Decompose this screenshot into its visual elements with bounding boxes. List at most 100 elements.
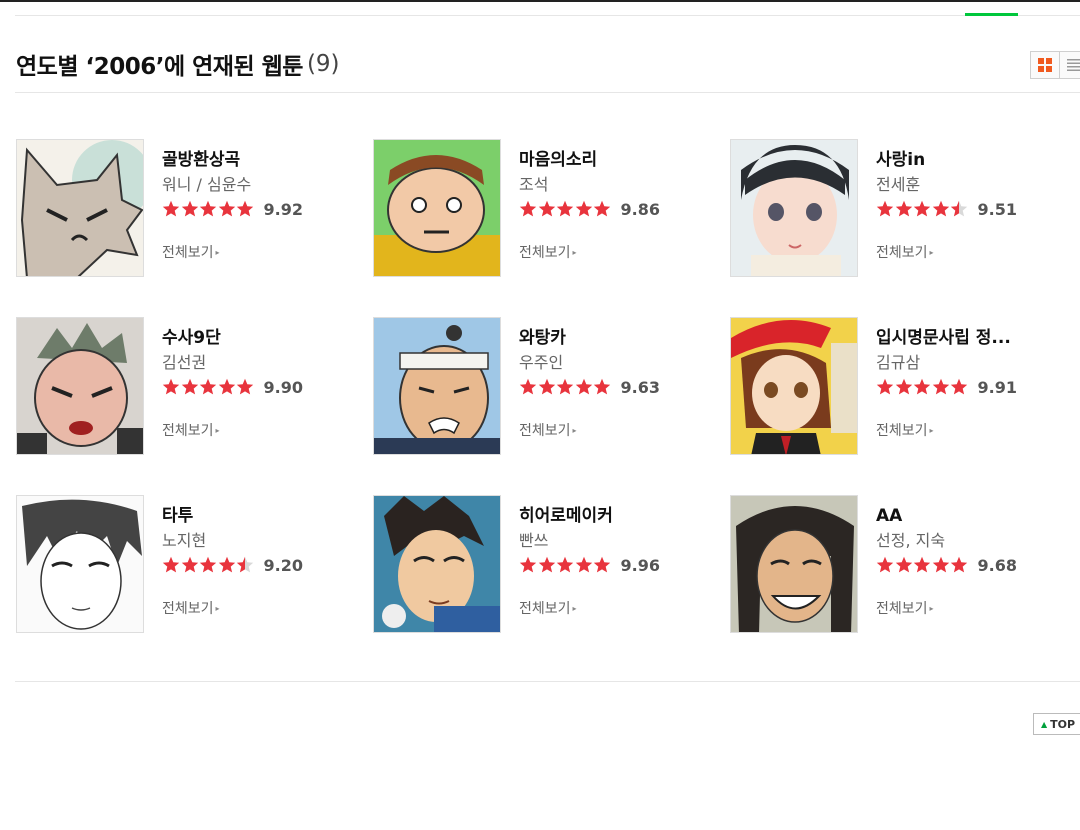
star-icon xyxy=(913,378,931,395)
webtoon-thumbnail[interactable] xyxy=(373,495,501,633)
star-icon xyxy=(218,378,235,395)
webtoon-title[interactable]: 히어로메이커 xyxy=(519,505,719,527)
grid-view-button[interactable] xyxy=(1030,51,1060,79)
webtoon-thumbnail[interactable] xyxy=(373,139,501,277)
star-icon xyxy=(181,556,198,573)
list-view-button[interactable] xyxy=(1060,51,1080,79)
see-all-link[interactable]: 전체보기 ▸ xyxy=(162,420,362,440)
webtoon-title[interactable]: AA xyxy=(876,505,1076,527)
webtoon-title[interactable]: 골방환상곡 xyxy=(162,149,362,171)
tab-bar-divider xyxy=(15,15,1080,16)
see-all-link[interactable]: 전체보기 ▸ xyxy=(876,242,1076,262)
see-all-label: 전체보기 xyxy=(876,423,928,439)
webtoon-thumbnail[interactable] xyxy=(373,317,501,455)
star-icon xyxy=(932,556,949,573)
star-rating xyxy=(519,378,612,396)
star-icon xyxy=(181,378,198,395)
rating: 9.51 xyxy=(876,198,1076,220)
active-tab-indicator xyxy=(965,13,1018,16)
rating-score: 9.20 xyxy=(263,555,303,575)
star-icon xyxy=(519,556,537,573)
grid-view-icon xyxy=(1038,58,1052,72)
see-all-link[interactable]: 전체보기 ▸ xyxy=(162,598,362,618)
rating-score: 9.68 xyxy=(977,555,1017,575)
star-icon xyxy=(556,200,574,217)
star-icon xyxy=(895,378,912,395)
rating-score: 9.96 xyxy=(620,555,660,575)
result-count: (9) xyxy=(306,51,340,77)
see-all-label: 전체보기 xyxy=(876,245,928,261)
bottom-divider xyxy=(15,681,1080,682)
webtoon-thumbnail[interactable] xyxy=(730,317,858,455)
chevron-right-icon: ▸ xyxy=(929,425,934,435)
webtoon-thumbnail[interactable] xyxy=(16,139,144,277)
rating: 9.91 xyxy=(876,376,1076,398)
chevron-right-icon: ▸ xyxy=(572,425,577,435)
webtoon-card: 히어로메이커 빤쓰 9.96 전체보기 ▸ xyxy=(373,495,713,635)
star-icon xyxy=(236,378,254,395)
star-icon xyxy=(199,200,217,217)
see-all-label: 전체보기 xyxy=(162,245,214,261)
star-rating xyxy=(162,200,255,218)
list-view-icon xyxy=(1067,59,1080,71)
webtoon-author: 조석 xyxy=(519,175,549,194)
webtoon-card: 사랑in 전세훈 9.51 전체보기 ▸ xyxy=(730,139,1070,279)
webtoon-author: 노지현 xyxy=(162,531,207,550)
chevron-right-icon: ▸ xyxy=(215,603,220,613)
star-icon xyxy=(236,200,254,217)
webtoon-title[interactable]: 사랑in xyxy=(876,149,1076,171)
star-icon xyxy=(575,378,592,395)
webtoon-title[interactable]: 입시명문사립 정... xyxy=(876,327,1076,349)
star-icon xyxy=(162,378,180,395)
star-icon xyxy=(950,200,968,217)
star-icon xyxy=(895,556,912,573)
rating-score: 9.90 xyxy=(263,377,303,397)
see-all-link[interactable]: 전체보기 ▸ xyxy=(519,420,719,440)
webtoon-author: 워니 / 심윤수 xyxy=(162,175,252,194)
star-icon xyxy=(575,556,592,573)
webtoon-title[interactable]: 타투 xyxy=(162,505,362,527)
star-icon xyxy=(876,200,894,217)
rating: 9.20 xyxy=(162,554,362,576)
webtoon-card: 골방환상곡 워니 / 심윤수 9.92 전체보기 ▸ xyxy=(16,139,356,279)
star-icon xyxy=(575,200,592,217)
section-header: 연도별 ‘2006’에 연재된 웹툰 (9) xyxy=(16,44,340,84)
scroll-top-label: TOP xyxy=(1050,717,1076,731)
rating-score: 9.51 xyxy=(977,199,1017,219)
star-rating xyxy=(519,200,612,218)
page-title: 연도별 ‘2006’에 연재된 웹툰 xyxy=(16,54,303,80)
star-icon xyxy=(556,378,574,395)
webtoon-card: 수사9단 김선권 9.90 전체보기 ▸ xyxy=(16,317,356,457)
see-all-link[interactable]: 전체보기 ▸ xyxy=(162,242,362,262)
webtoon-thumbnail[interactable] xyxy=(16,317,144,455)
webtoon-card: 마음의소리 조석 9.86 전체보기 ▸ xyxy=(373,139,713,279)
see-all-label: 전체보기 xyxy=(162,601,214,617)
see-all-label: 전체보기 xyxy=(876,601,928,617)
rating-score: 9.63 xyxy=(620,377,660,397)
star-icon xyxy=(538,378,555,395)
chevron-right-icon: ▸ xyxy=(215,247,220,257)
webtoon-thumbnail[interactable] xyxy=(730,495,858,633)
rating: 9.90 xyxy=(162,376,362,398)
star-rating xyxy=(519,556,612,574)
webtoon-author: 우주인 xyxy=(519,353,564,372)
webtoon-title[interactable]: 수사9단 xyxy=(162,327,362,349)
chevron-right-icon: ▸ xyxy=(929,247,934,257)
webtoon-title[interactable]: 와탕카 xyxy=(519,327,719,349)
webtoon-card: AA 선정, 지숙 9.68 전체보기 ▸ xyxy=(730,495,1070,635)
webtoon-card: 타투 노지현 9.20 전체보기 ▸ xyxy=(16,495,356,635)
see-all-link[interactable]: 전체보기 ▸ xyxy=(519,242,719,262)
scroll-top-button[interactable]: ▲ TOP xyxy=(1033,713,1080,735)
star-icon xyxy=(876,556,894,573)
see-all-link[interactable]: 전체보기 ▸ xyxy=(876,598,1076,618)
webtoon-author: 빤쓰 xyxy=(519,531,549,550)
star-icon xyxy=(162,556,180,573)
webtoon-title[interactable]: 마음의소리 xyxy=(519,149,719,171)
webtoon-thumbnail[interactable] xyxy=(16,495,144,633)
star-icon xyxy=(218,556,235,573)
see-all-link[interactable]: 전체보기 ▸ xyxy=(519,598,719,618)
star-icon xyxy=(932,378,949,395)
webtoon-thumbnail[interactable] xyxy=(730,139,858,277)
star-icon xyxy=(895,200,912,217)
see-all-link[interactable]: 전체보기 ▸ xyxy=(876,420,1076,440)
